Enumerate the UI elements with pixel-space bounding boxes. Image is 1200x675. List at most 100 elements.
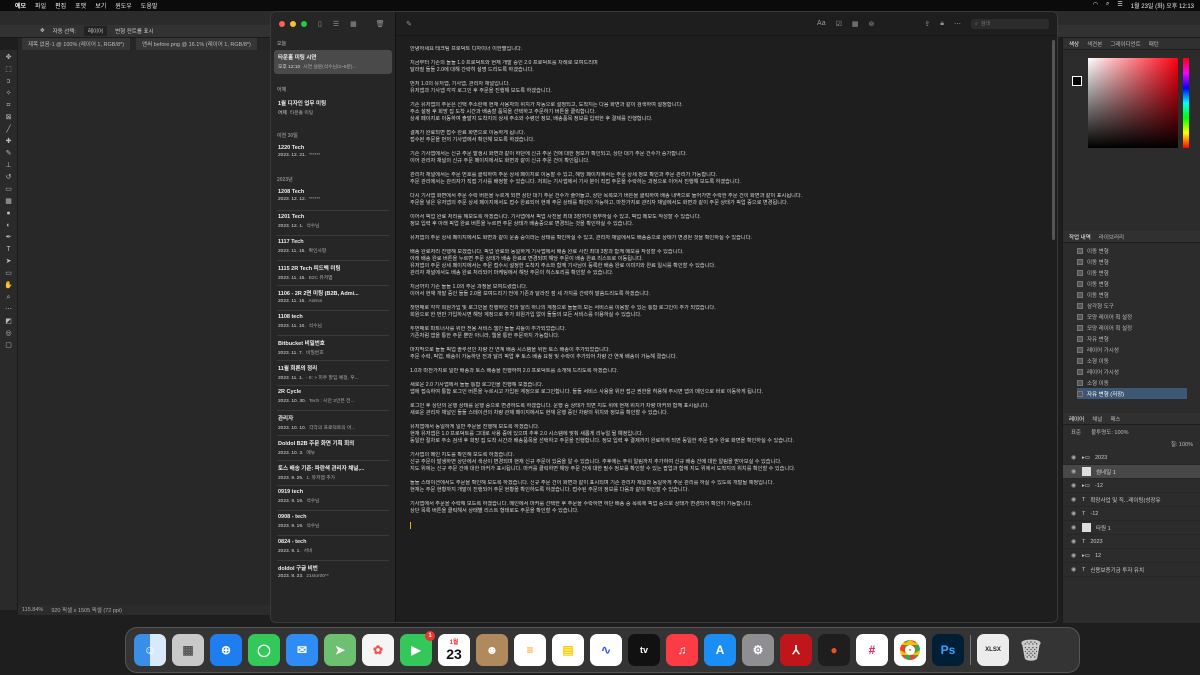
crop-tool-icon[interactable]: ⌗ bbox=[4, 102, 14, 110]
menu-view[interactable]: 보기 bbox=[95, 1, 106, 10]
menu-app[interactable]: 예모 bbox=[15, 1, 26, 10]
eye-icon[interactable]: ◉ bbox=[1071, 468, 1077, 475]
system-settings-icon[interactable]: ⚙ bbox=[742, 634, 774, 666]
trash-icon[interactable]: 🗑 bbox=[1015, 634, 1047, 666]
share-icon[interactable]: ⇪ bbox=[924, 20, 930, 28]
history-item[interactable]: 레이어 가시성 bbox=[1077, 366, 1187, 377]
messages-icon[interactable]: ◯ bbox=[248, 634, 280, 666]
stamp-tool-icon[interactable]: ⊥ bbox=[4, 162, 14, 170]
layer-row[interactable]: ◉ ▸▭ -12 bbox=[1063, 479, 1200, 493]
lasso-tool-icon[interactable]: ↄ bbox=[4, 78, 14, 86]
quick-mask-icon[interactable]: ◎ bbox=[4, 330, 14, 338]
note-item[interactable]: 1208 Tech 2023. 12. 12. ****** bbox=[274, 186, 392, 210]
zoom-level[interactable]: 115.84% bbox=[22, 607, 43, 613]
history-item[interactable]: 소형 이동 bbox=[1077, 355, 1187, 366]
hue-slider[interactable] bbox=[1183, 58, 1189, 148]
dodge-tool-icon[interactable]: ◐ bbox=[4, 222, 14, 230]
healing-brush-icon[interactable]: ✚ bbox=[4, 138, 14, 146]
chrome-icon[interactable] bbox=[894, 634, 926, 666]
note-item[interactable]: 11월 희론의 정리 2023. 11. 1. - 8: > 피주 할임 예정, 우… bbox=[274, 361, 392, 385]
pen-tool-icon[interactable]: ✒ bbox=[4, 234, 14, 242]
fill-field[interactable]: 칠: 100% bbox=[1171, 440, 1193, 448]
tab-paths[interactable]: 패스 bbox=[1110, 415, 1120, 423]
opacity-field[interactable]: 불투명도: 100% bbox=[1091, 428, 1128, 436]
menu-window[interactable]: 윈도우 bbox=[115, 1, 132, 10]
eye-icon[interactable]: ◉ bbox=[1071, 510, 1077, 517]
layer-row[interactable]: ◉ T -12 bbox=[1063, 507, 1200, 521]
note-item[interactable]: 2R Cycle 2023. 10. 30. Tech : 시안 3안은 전... bbox=[274, 386, 392, 410]
type-tool-icon[interactable]: T bbox=[4, 246, 14, 254]
zoom-tool-icon[interactable]: ⌕ bbox=[4, 294, 14, 302]
transform-controls-checkbox[interactable]: 변형 컨트롤 표시 bbox=[115, 27, 153, 35]
note-item-selected[interactable]: 타운홀 미팅 시연 오후 12:10 시연 설문(석수님/3~5분)... bbox=[274, 50, 392, 74]
history-item[interactable]: 레이어 가시성 bbox=[1077, 344, 1187, 355]
freeform-icon[interactable]: ∿ bbox=[590, 634, 622, 666]
acrobat-icon[interactable]: ⅄ bbox=[780, 634, 812, 666]
note-item[interactable]: 1월 디자인 업무 미팅 어제 타운홀 미팅 bbox=[274, 96, 392, 120]
eye-icon[interactable]: ◉ bbox=[1071, 496, 1077, 503]
music-icon[interactable]: ♫ bbox=[666, 634, 698, 666]
history-item[interactable]: 자유 변형 bbox=[1077, 333, 1187, 344]
zoom-icon[interactable] bbox=[301, 21, 307, 27]
control-center-icon[interactable]: ☰ bbox=[1117, 1, 1122, 10]
history-item[interactable]: 이동 변형 bbox=[1077, 256, 1187, 267]
minimize-icon[interactable] bbox=[290, 21, 296, 27]
doc-tab-2[interactable]: 앤써 before.png @ 16.1% (레이어 1, RGB/8*) bbox=[136, 38, 257, 50]
history-item[interactable]: 이동 변형 bbox=[1077, 289, 1187, 300]
tab-color[interactable]: 색상 bbox=[1069, 40, 1079, 48]
lock-icon[interactable]: 🔒︎ bbox=[940, 20, 944, 28]
history-item[interactable]: 모양 레이어 획 설정 bbox=[1077, 322, 1187, 333]
history-item[interactable]: 모양 레이어 획 설정 bbox=[1077, 311, 1187, 322]
finder-icon[interactable]: ☺ bbox=[134, 634, 166, 666]
slack-icon[interactable]: # bbox=[856, 634, 888, 666]
tab-swatches[interactable]: 색견본 bbox=[1087, 40, 1102, 48]
menu-format[interactable]: 포맷 bbox=[75, 1, 86, 10]
scrollbar[interactable] bbox=[1052, 40, 1055, 240]
eye-icon[interactable]: ◉ bbox=[1071, 482, 1077, 489]
auto-select-checkbox[interactable]: 자동 선택: bbox=[53, 27, 76, 35]
move-tool-icon[interactable]: ✥ bbox=[4, 54, 14, 62]
menu-edit[interactable]: 편집 bbox=[55, 1, 66, 10]
search-icon[interactable]: ⌕ bbox=[1106, 1, 1109, 10]
calendar-icon[interactable]: 1월 23 bbox=[438, 634, 470, 666]
trash-icon[interactable]: 🗑 bbox=[376, 20, 385, 28]
blur-tool-icon[interactable]: ● bbox=[4, 210, 14, 218]
figma-icon[interactable]: ● bbox=[818, 634, 850, 666]
note-item[interactable]: 토스 배송 기준: 파란색 관리자 채널,... 2023. 9. 25. 1. 유… bbox=[274, 461, 392, 485]
layer-row[interactable]: ◉ T 신용보증기금 투자 유치 bbox=[1063, 563, 1200, 577]
layer-row[interactable]: ◉ 타원 1 bbox=[1063, 521, 1200, 535]
safari-icon[interactable]: ⊕ bbox=[210, 634, 242, 666]
note-item[interactable]: 1201 Tech 2023. 12. 1. 석수님 bbox=[274, 211, 392, 235]
tab-gradients[interactable]: 그레이디언트 bbox=[1110, 40, 1140, 48]
gradient-tool-icon[interactable]: ▦ bbox=[4, 198, 14, 206]
app-store-icon[interactable]: A bbox=[704, 634, 736, 666]
history-item[interactable]: 이동 변형 bbox=[1077, 245, 1187, 256]
photoshop-icon[interactable]: Ps bbox=[932, 634, 964, 666]
layer-row[interactable]: ◉ ▸▭ 12 bbox=[1063, 549, 1200, 563]
checklist-icon[interactable]: ☑ bbox=[836, 20, 842, 28]
screen-mode-icon[interactable]: ▢ bbox=[4, 342, 14, 350]
maps-icon[interactable]: ➤ bbox=[324, 634, 356, 666]
tab-history[interactable]: 작업 내역 bbox=[1069, 233, 1091, 241]
note-item[interactable]: 1108 tech 2023. 11. 10. 석수님 bbox=[274, 311, 392, 335]
close-icon[interactable] bbox=[279, 21, 285, 27]
apple-tv-icon[interactable]: tv bbox=[628, 634, 660, 666]
gallery-view-icon[interactable]: ▦ bbox=[350, 20, 357, 28]
eyedropper-icon[interactable]: ╱ bbox=[4, 126, 14, 134]
note-item[interactable]: 관리자 2023. 10. 10. 각각의 프로덕트의 어... bbox=[274, 411, 392, 435]
path-select-icon[interactable]: ➤ bbox=[4, 258, 14, 266]
note-body[interactable]: 안녕하세요 테크팀 프로덕트 디자이너 이한별입니다. 지금부터 기존의 돌돌 1… bbox=[396, 36, 1057, 529]
marquee-tool-icon[interactable]: ⬚ bbox=[4, 66, 14, 74]
frame-tool-icon[interactable]: ⊠ bbox=[4, 114, 14, 122]
tab-channels[interactable]: 채널 bbox=[1092, 415, 1102, 423]
history-brush-icon[interactable]: ↺ bbox=[4, 174, 14, 182]
photos-icon[interactable]: ✿ bbox=[362, 634, 394, 666]
search-field[interactable]: ⌕ 검색 bbox=[971, 18, 1049, 29]
contacts-icon[interactable]: ☻ bbox=[476, 634, 508, 666]
eye-icon[interactable]: ◉ bbox=[1071, 538, 1077, 545]
eye-icon[interactable]: ◉ bbox=[1071, 524, 1077, 531]
saturation-value-field[interactable] bbox=[1088, 58, 1178, 148]
reminders-icon[interactable]: ≡ bbox=[514, 634, 546, 666]
mail-icon[interactable]: ✉ bbox=[286, 634, 318, 666]
note-item[interactable]: 0824 - tech 2023. 9. 1. 서비 bbox=[274, 536, 392, 560]
